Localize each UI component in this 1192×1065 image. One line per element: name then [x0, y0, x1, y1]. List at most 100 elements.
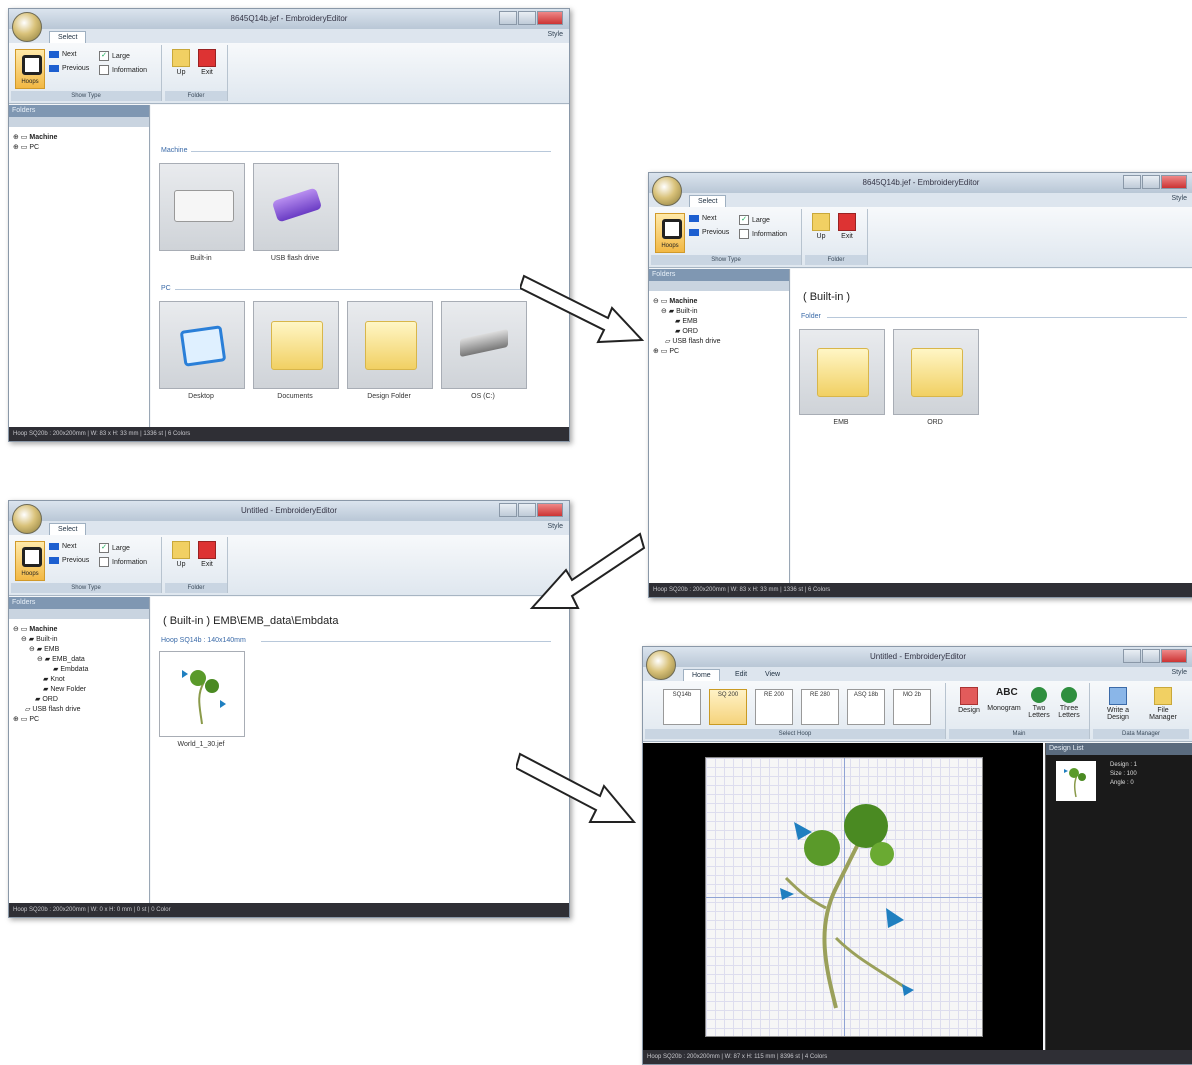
hoops-button[interactable]: Hoops: [655, 213, 685, 253]
tile-emb[interactable]: [799, 329, 885, 415]
tree-item-knot[interactable]: ▰ Knot: [13, 675, 88, 685]
close-button[interactable]: [537, 11, 563, 25]
tree-item-pc[interactable]: ⊕ ▭ PC: [653, 347, 721, 357]
tab-edit[interactable]: Edit: [727, 669, 755, 681]
hoop-sq200-button[interactable]: SQ 200: [709, 689, 747, 725]
style-menu[interactable]: Style: [1171, 669, 1187, 676]
previous-label: Previous: [702, 229, 730, 236]
tree-item-built-in[interactable]: ⊖ ▰ Built-in: [13, 635, 88, 645]
tile-documents[interactable]: [253, 301, 339, 389]
information-checkbox[interactable]: Information: [739, 229, 787, 239]
tree-item-emb[interactable]: ⊖ ▰ EMB: [13, 645, 88, 655]
tree-item-pc[interactable]: ⊕ ▭ PC: [13, 715, 88, 725]
previous-button[interactable]: Previous: [689, 229, 729, 236]
close-button[interactable]: [1161, 649, 1187, 663]
application-orb-icon[interactable]: [12, 12, 42, 42]
application-orb-icon[interactable]: [652, 176, 682, 206]
exit-button[interactable]: Exit: [837, 213, 857, 240]
previous-button[interactable]: Previous: [49, 65, 89, 72]
information-checkbox[interactable]: Information: [99, 65, 147, 75]
window-title: 8645Q14b.jef - EmbroideryEditor: [862, 178, 980, 187]
embroidery-thumbnail-icon: [1064, 768, 1086, 798]
hoop-sq14b-button[interactable]: SQ14b: [663, 689, 701, 725]
large-checkbox[interactable]: ✓ Large: [739, 215, 770, 225]
information-label: Information: [752, 230, 788, 238]
design-list-header: Design List: [1046, 743, 1192, 755]
close-button[interactable]: [537, 503, 563, 517]
tab-view[interactable]: View: [757, 669, 788, 681]
tree-item-usb-flash-drive[interactable]: ▱ USB flash drive: [653, 337, 721, 347]
previous-button[interactable]: Previous: [49, 557, 89, 564]
monogram-button[interactable]: ABC Monogram: [987, 687, 1021, 713]
folder-group-label: Folder: [165, 583, 227, 593]
tile-desktop[interactable]: [159, 301, 245, 389]
window-embdata-folder: Untitled - EmbroideryEditor Select Style…: [8, 500, 570, 918]
tree-item-usb-flash-drive[interactable]: ▱ USB flash drive: [13, 705, 88, 715]
write-a-design-button[interactable]: Write a Design: [1099, 687, 1137, 721]
tree-item-ord[interactable]: ▰ ORD: [13, 695, 88, 705]
application-orb-icon[interactable]: [12, 504, 42, 534]
tile-design-folder[interactable]: [347, 301, 433, 389]
design-list-thumbnail[interactable]: [1056, 761, 1096, 801]
tile-usb-flash-drive[interactable]: [253, 163, 339, 251]
next-button[interactable]: Next: [49, 51, 76, 58]
hoops-button[interactable]: Hoops: [15, 49, 45, 89]
information-checkbox[interactable]: Information: [99, 557, 147, 567]
minimize-button[interactable]: [1123, 649, 1141, 663]
tree-item-ord[interactable]: ▰ ORD: [653, 327, 721, 337]
tree-item-new-folder[interactable]: ▰ New Folder: [13, 685, 88, 695]
maximize-button[interactable]: [518, 503, 536, 517]
current-path: ( Built-in ) EMB\EMB_data\Embdata: [163, 615, 339, 627]
tree-item-emb-data[interactable]: ⊖ ▰ EMB_data: [13, 655, 88, 665]
up-button[interactable]: Up: [811, 213, 831, 240]
design-canvas[interactable]: [643, 743, 1043, 1050]
design-icon: [960, 687, 978, 705]
close-button[interactable]: [1161, 175, 1187, 189]
tree-item-machine[interactable]: ⊕ ▭ Machine: [13, 133, 57, 143]
minimize-button[interactable]: [1123, 175, 1141, 189]
file-manager-button[interactable]: File Manager: [1143, 687, 1183, 721]
tile-os-c[interactable]: [441, 301, 527, 389]
tile-design-world-1-30[interactable]: [159, 651, 245, 737]
tile-label: Design Folder: [367, 393, 411, 400]
application-orb-icon[interactable]: [646, 650, 676, 680]
minimize-button[interactable]: [499, 11, 517, 25]
style-menu[interactable]: Style: [1171, 195, 1187, 202]
next-button[interactable]: Next: [689, 215, 716, 222]
hoop-re280-button[interactable]: RE 280: [801, 689, 839, 725]
information-label: Information: [112, 66, 148, 74]
embroidery-design[interactable]: [706, 758, 982, 1036]
large-checkbox[interactable]: ✓ Large: [99, 51, 130, 61]
maximize-button[interactable]: [1142, 175, 1160, 189]
hoop-re200-button[interactable]: RE 200: [755, 689, 793, 725]
tree-item-pc[interactable]: ⊕ ▭ PC: [13, 143, 57, 153]
tree-label: ORD: [682, 328, 698, 335]
up-button[interactable]: Up: [171, 49, 191, 76]
tool-label: Design: [958, 707, 980, 714]
next-button[interactable]: Next: [49, 543, 76, 550]
three-letters-button[interactable]: Three Letters: [1055, 687, 1083, 719]
tree-item-emb[interactable]: ▰ EMB: [653, 317, 721, 327]
hoop-mo2b-button[interactable]: MO 2b: [893, 689, 931, 725]
design-button[interactable]: Design: [955, 687, 983, 714]
status-bar: Hoop SQ20b : 200x200mm | W: 83 x H: 33 m…: [9, 427, 569, 441]
tree-item-machine[interactable]: ⊖ ▭ Machine: [13, 625, 88, 635]
maximize-button[interactable]: [1142, 649, 1160, 663]
exit-button[interactable]: Exit: [197, 541, 217, 568]
two-letters-button[interactable]: Two Letters: [1025, 687, 1053, 719]
tree-item-embdata[interactable]: ▰ Embdata: [13, 665, 88, 675]
large-checkbox[interactable]: ✓ Large: [99, 543, 130, 553]
status-bar: Hoop SQ20b : 200x200mm | W: 83 x H: 33 m…: [649, 583, 1192, 597]
tree-item-machine[interactable]: ⊖ ▭ Machine: [653, 297, 721, 307]
tree-item-built-in[interactable]: ⊖ ▰ Built-in: [653, 307, 721, 317]
up-button[interactable]: Up: [171, 541, 191, 568]
tile-built-in[interactable]: [159, 163, 245, 251]
hoops-button[interactable]: Hoops: [15, 541, 45, 581]
maximize-button[interactable]: [518, 11, 536, 25]
style-menu[interactable]: Style: [547, 31, 563, 38]
hoop-asq18b-button[interactable]: ASQ 18b: [847, 689, 885, 725]
minimize-button[interactable]: [499, 503, 517, 517]
tree-label: Built-in: [676, 308, 698, 315]
exit-button[interactable]: Exit: [197, 49, 217, 76]
tile-ord[interactable]: [893, 329, 979, 415]
